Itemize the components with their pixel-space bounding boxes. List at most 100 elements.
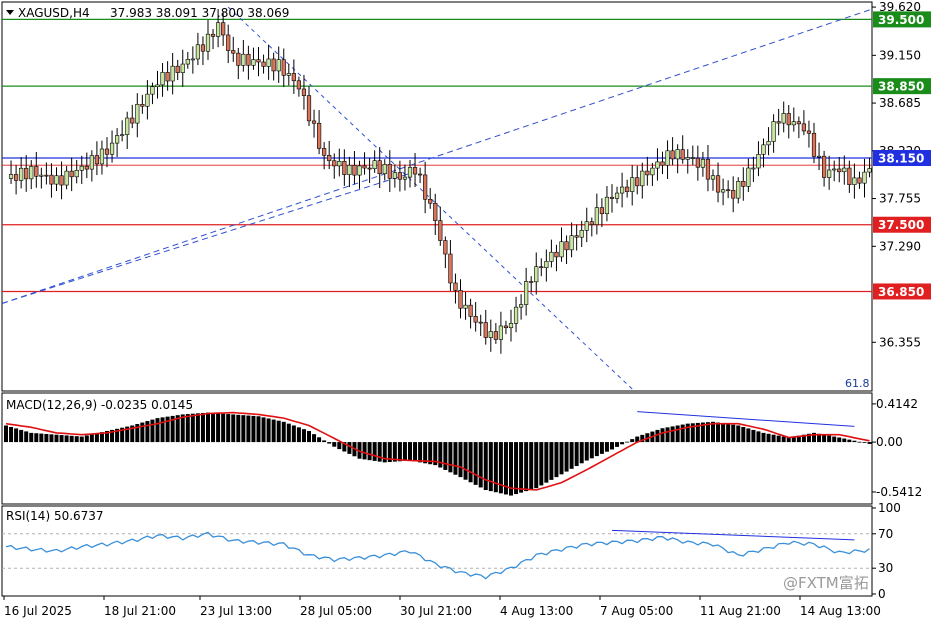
- symbol-label: XAGUSD,H4: [18, 6, 90, 20]
- time-tick-label: 30 Jul 21:00: [400, 604, 472, 618]
- candle-body: [84, 165, 89, 170]
- macd-bar: [579, 442, 584, 464]
- candle-body: [327, 154, 332, 162]
- macd-bar: [89, 434, 94, 443]
- macd-bar: [519, 442, 524, 493]
- candle-body: [433, 202, 438, 221]
- macd-bar: [180, 414, 185, 443]
- price-pane[interactable]: [1, 1, 873, 392]
- macd-bar: [615, 442, 620, 447]
- macd-bar: [549, 442, 554, 480]
- candle-body: [680, 149, 685, 160]
- candle-body: [589, 221, 594, 225]
- candle-body: [524, 281, 529, 305]
- macd-bar: [226, 414, 231, 443]
- macd-bar: [534, 442, 539, 489]
- macd-bar: [746, 428, 751, 443]
- macd-tick-label: 0.4142: [876, 397, 918, 411]
- candle-body: [518, 304, 524, 308]
- level-price-label: 38.150: [878, 152, 924, 166]
- candle-body: [281, 59, 286, 76]
- candle-body: [852, 177, 857, 185]
- candle-body: [185, 59, 190, 65]
- candle-body: [801, 123, 806, 132]
- candle-body: [205, 33, 211, 52]
- candle-body: [827, 169, 832, 178]
- candle-body: [655, 161, 660, 169]
- candle-body: [407, 167, 413, 178]
- candle-body: [625, 186, 630, 192]
- candle-body: [700, 159, 705, 168]
- macd-bar: [332, 442, 337, 447]
- macd-bar: [620, 442, 625, 445]
- candle-body: [534, 266, 539, 283]
- macd-bar: [190, 413, 195, 443]
- candle-body: [650, 167, 655, 176]
- candle-body: [266, 58, 271, 67]
- price-tick-label: 39.150: [879, 48, 921, 62]
- macd-bar: [286, 423, 291, 443]
- rsi-pane[interactable]: [1, 505, 873, 597]
- fib-level-label: 61.8: [845, 377, 870, 390]
- macd-bar: [761, 432, 766, 443]
- trading-chart[interactable]: 39.62039.15038.68538.22037.75537.29036.3…: [0, 0, 936, 624]
- macd-bar: [867, 442, 872, 444]
- macd-bar: [261, 417, 266, 443]
- macd-bar: [781, 436, 786, 443]
- price-tick-label: 38.685: [879, 96, 921, 110]
- candle-body: [276, 59, 281, 72]
- macd-bar: [24, 431, 29, 443]
- candle-body: [125, 117, 130, 135]
- macd-bar: [458, 442, 463, 478]
- candle-body: [412, 167, 418, 175]
- candle-body: [357, 165, 362, 176]
- macd-bar: [4, 425, 8, 443]
- candle-body: [503, 325, 509, 329]
- candle-body: [463, 304, 468, 309]
- macd-tick-label: 0.00: [876, 435, 903, 449]
- macd-bar: [847, 439, 852, 443]
- candle-body: [559, 241, 564, 258]
- macd-bar: [665, 427, 670, 443]
- candle-body: [362, 165, 367, 169]
- candle-body: [261, 61, 266, 67]
- candle-body: [423, 174, 428, 200]
- macd-bar: [483, 442, 488, 491]
- candle-body: [301, 88, 307, 96]
- candle-body: [14, 174, 19, 181]
- macd-bar: [771, 434, 776, 443]
- candle-body: [306, 95, 312, 122]
- candle-body: [109, 142, 115, 155]
- candle-body: [736, 181, 741, 199]
- candle-body: [862, 171, 867, 184]
- candle-body: [89, 155, 94, 170]
- candle-body: [175, 65, 180, 73]
- macd-bar: [468, 442, 473, 483]
- macd-bar: [599, 442, 604, 454]
- candle-body: [478, 321, 483, 324]
- price-tick-label: 37.290: [879, 239, 921, 253]
- macd-bar: [79, 436, 84, 443]
- candle-body: [640, 170, 645, 187]
- time-tick-label: 4 Aug 13:00: [500, 604, 573, 618]
- candle-body: [529, 281, 534, 283]
- macd-bar: [271, 419, 276, 443]
- candle-body: [49, 174, 54, 185]
- candle-body: [311, 120, 317, 124]
- candle-body: [347, 164, 352, 175]
- candle-body: [135, 103, 140, 124]
- macd-bar: [236, 414, 241, 443]
- candle-body: [210, 33, 216, 37]
- candle-body: [69, 170, 74, 178]
- macd-bar: [397, 442, 402, 462]
- macd-bar: [448, 442, 453, 473]
- time-tick-label: 28 Jul 05:00: [300, 604, 372, 618]
- candle-body: [498, 325, 504, 340]
- candle-body: [630, 177, 635, 192]
- candle-body: [417, 173, 423, 176]
- candle-body: [367, 167, 372, 170]
- candle-body: [296, 80, 302, 90]
- candle-body: [791, 121, 796, 126]
- macd-bar: [347, 442, 352, 454]
- macd-bar: [544, 442, 549, 483]
